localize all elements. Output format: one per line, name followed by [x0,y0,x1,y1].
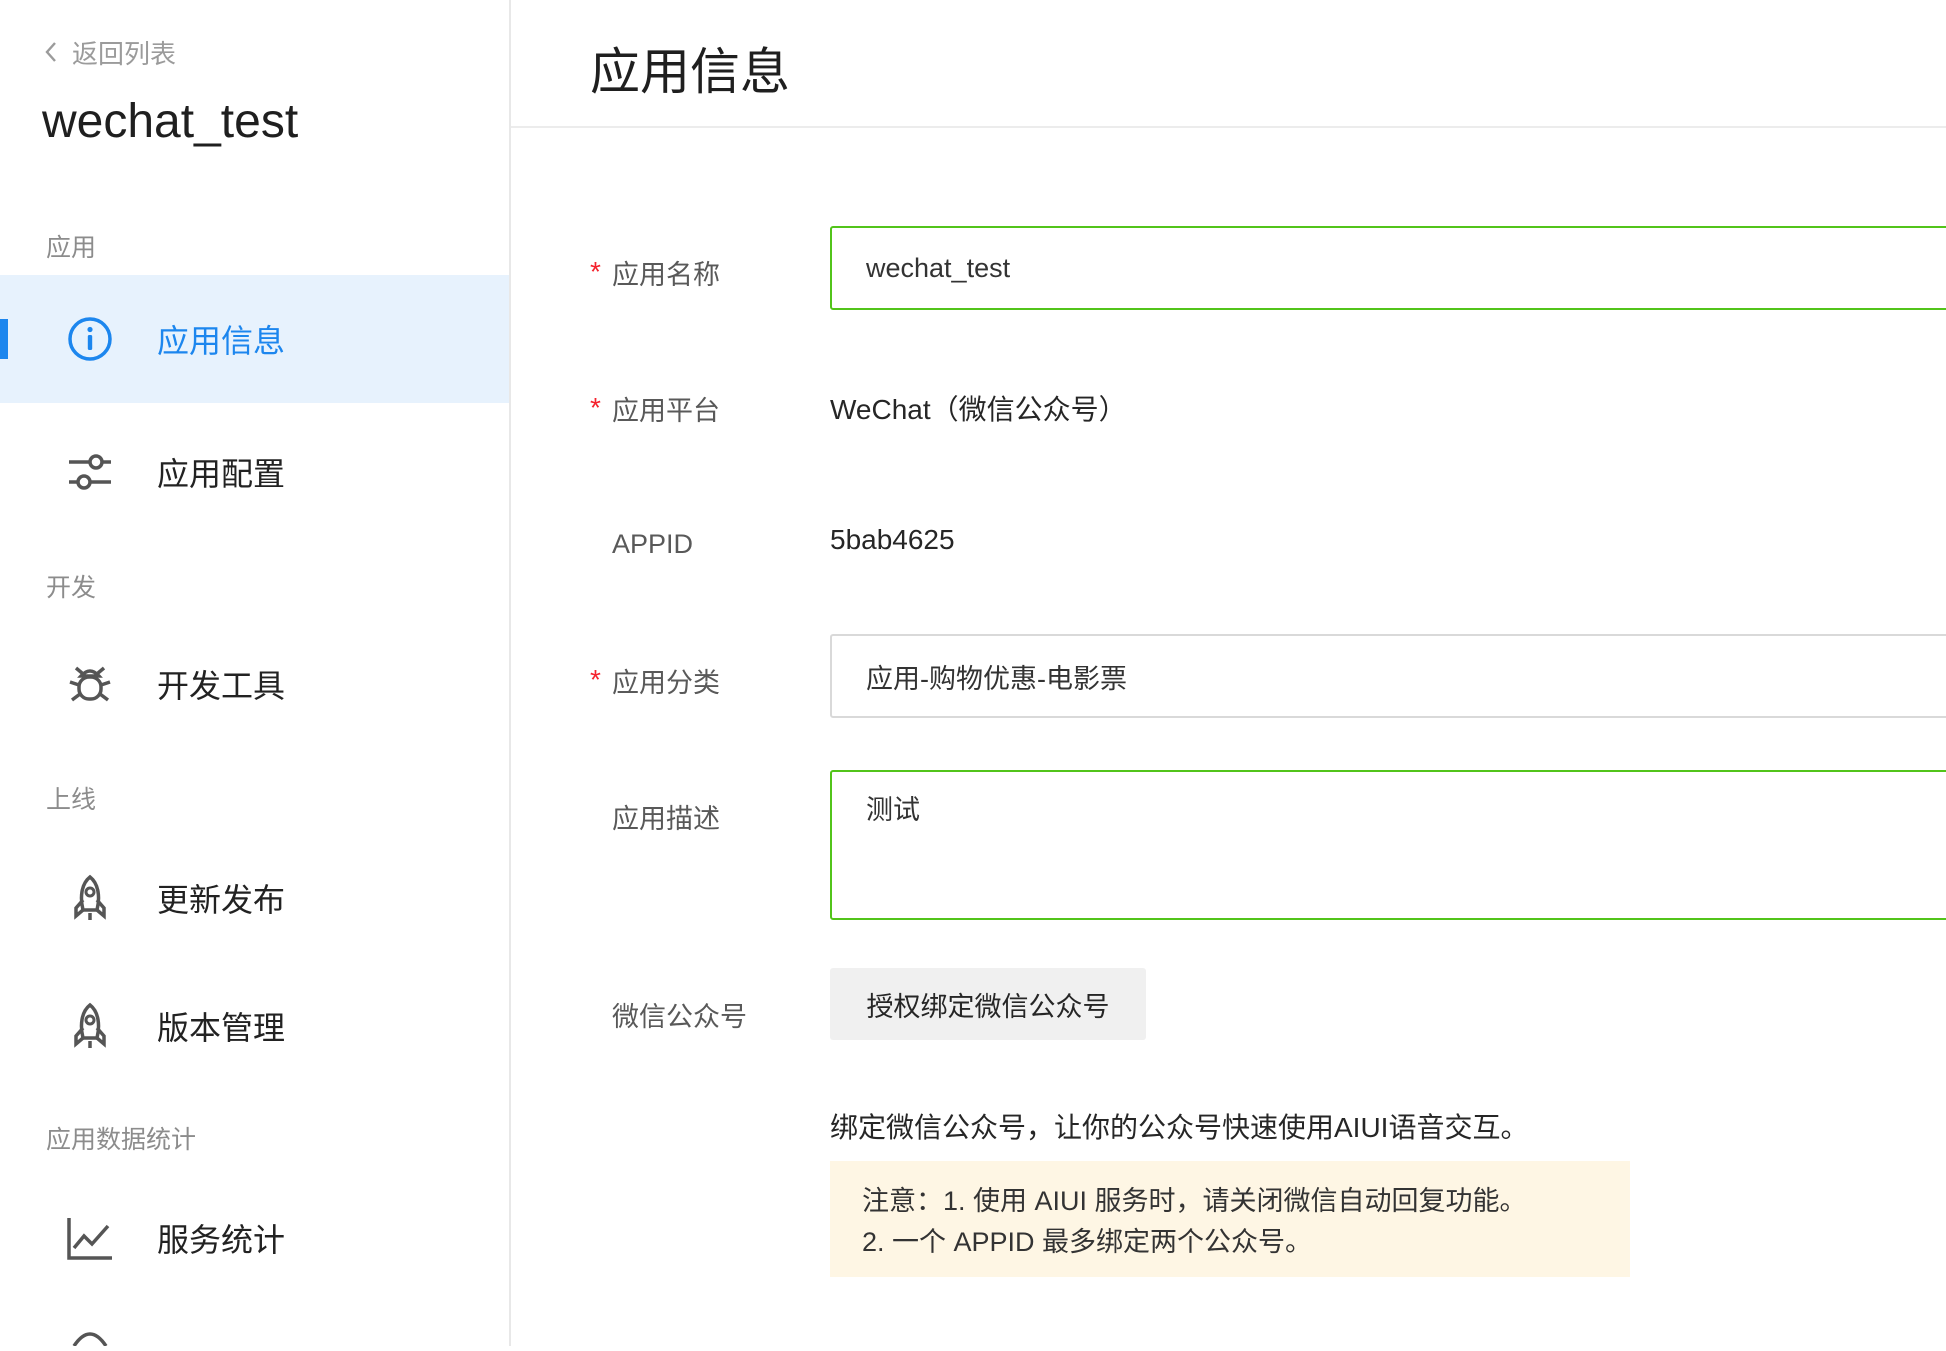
page-title: 应用信息 [590,44,790,100]
back-label: 返回列表 [72,38,177,69]
appid-label: APPID [612,524,693,564]
sidebar-item-app-config[interactable]: 应用配置 [0,408,509,536]
app-category-label: * 应用分类 [590,660,720,700]
app-description-label: 应用描述 [612,796,720,836]
field-label: 微信公众号 [612,1001,747,1032]
section-dev: 开发 [46,574,97,602]
sidebar-item-label: 开发工具 [157,668,286,704]
app-name: wechat_test [42,95,299,148]
sidebar-item-app-info[interactable]: 应用信息 [0,275,509,403]
app-name-input[interactable]: wechat_test [830,226,1946,310]
sliders-icon [64,446,116,498]
notice-box: 注意：1. 使用 AIUI 服务时，请关闭微信自动回复功能。 2. 一个 APP… [830,1161,1630,1277]
input-value: wechat_test [866,252,1011,283]
sidebar-item-label: 应用配置 [157,456,286,492]
app-name-label: * 应用名称 [590,252,720,292]
sidebar-item-label: 更新发布 [157,882,286,918]
bug-icon [64,658,116,710]
notice-line-2: 2. 一个 APPID 最多绑定两个公众号。 [862,1227,1313,1257]
sidebar-item-version-manage[interactable]: 版本管理 [0,962,509,1090]
required-mark: * [590,392,601,423]
rocket-icon [64,1000,116,1052]
sidebar: 返回列表 wechat_test 应用 应用信息 应用配置 开发 开发工具 上线… [0,0,511,1348]
info-circle-icon [64,313,116,365]
sidebar-item-dev-tools[interactable]: 开发工具 [0,620,509,748]
textarea-value: 测试 [866,795,920,825]
bind-wechat-button[interactable]: 授权绑定微信公众号 [830,968,1146,1040]
wechat-account-label: 微信公众号 [612,994,747,1034]
field-label: 应用分类 [612,667,720,698]
sidebar-item-label: 服务统计 [157,1222,286,1258]
required-mark: * [590,664,601,695]
sidebar-item-release[interactable]: 更新发布 [0,834,509,962]
line-chart-icon [64,1212,116,1264]
sidebar-item-label: 应用信息 [157,323,286,359]
section-stats: 应用数据统计 [46,1126,197,1154]
app-description-textarea[interactable]: 测试 [830,770,1946,920]
notice-line-1: 注意：1. 使用 AIUI 服务时，请关闭微信自动回复功能。 [862,1186,1527,1216]
back-to-list-link[interactable]: 返回列表 [44,34,176,70]
field-label: 应用描述 [612,803,720,834]
partial-icon [66,1330,114,1351]
field-label: 应用名称 [612,259,720,290]
sidebar-item-label: 版本管理 [157,1010,286,1046]
app-platform-label: * 应用平台 [590,388,720,428]
section-launch: 上线 [46,786,97,814]
field-label: 应用平台 [612,395,720,426]
app-category-select[interactable]: 应用-购物优惠-电影票 [830,634,1946,718]
section-app: 应用 [46,234,97,262]
app-platform-value: WeChat（微信公众号） [830,394,1127,425]
required-mark: * [590,256,601,287]
page-header: 应用信息 [511,0,1946,128]
select-value: 应用-购物优惠-电影票 [866,663,1127,694]
appid-value: 5bab4625 [830,524,955,555]
rocket-icon [64,872,116,924]
chevron-left-icon [45,42,56,62]
sidebar-item-service-stats[interactable]: 服务统计 [0,1174,509,1302]
bind-hint-text: 绑定微信公众号，让你的公众号快速使用AIUI语音交互。 [830,1112,1529,1143]
field-label: APPID [612,528,694,559]
